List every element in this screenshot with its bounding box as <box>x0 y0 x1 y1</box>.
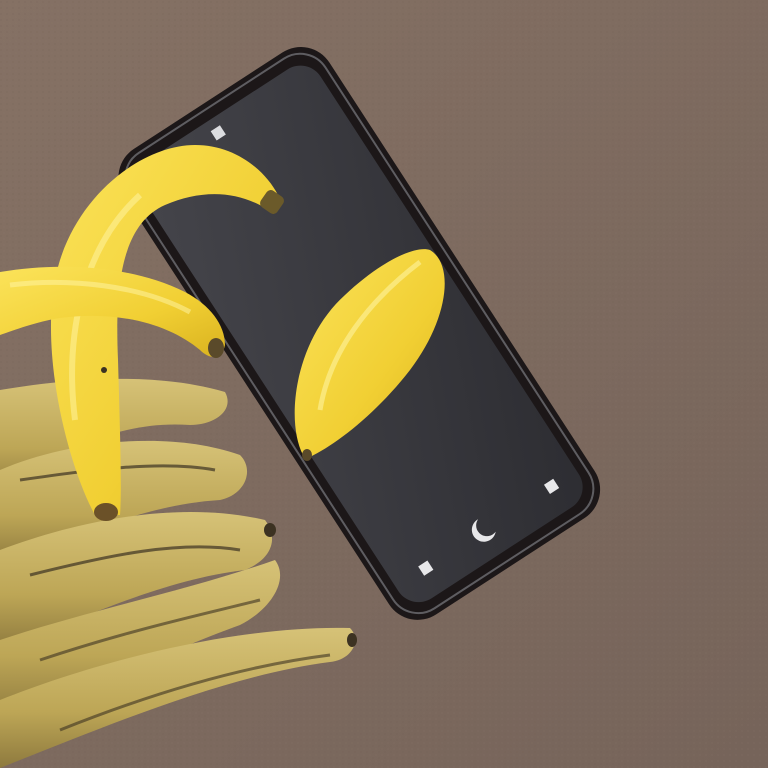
banana-tip <box>347 633 357 647</box>
banana-tip <box>302 449 312 461</box>
banana-tip <box>264 523 276 537</box>
photo-scene <box>0 0 768 768</box>
photo-canvas <box>0 0 768 768</box>
banana-tip <box>94 503 118 521</box>
banana-spot <box>101 367 107 373</box>
banana-tip <box>208 338 224 358</box>
